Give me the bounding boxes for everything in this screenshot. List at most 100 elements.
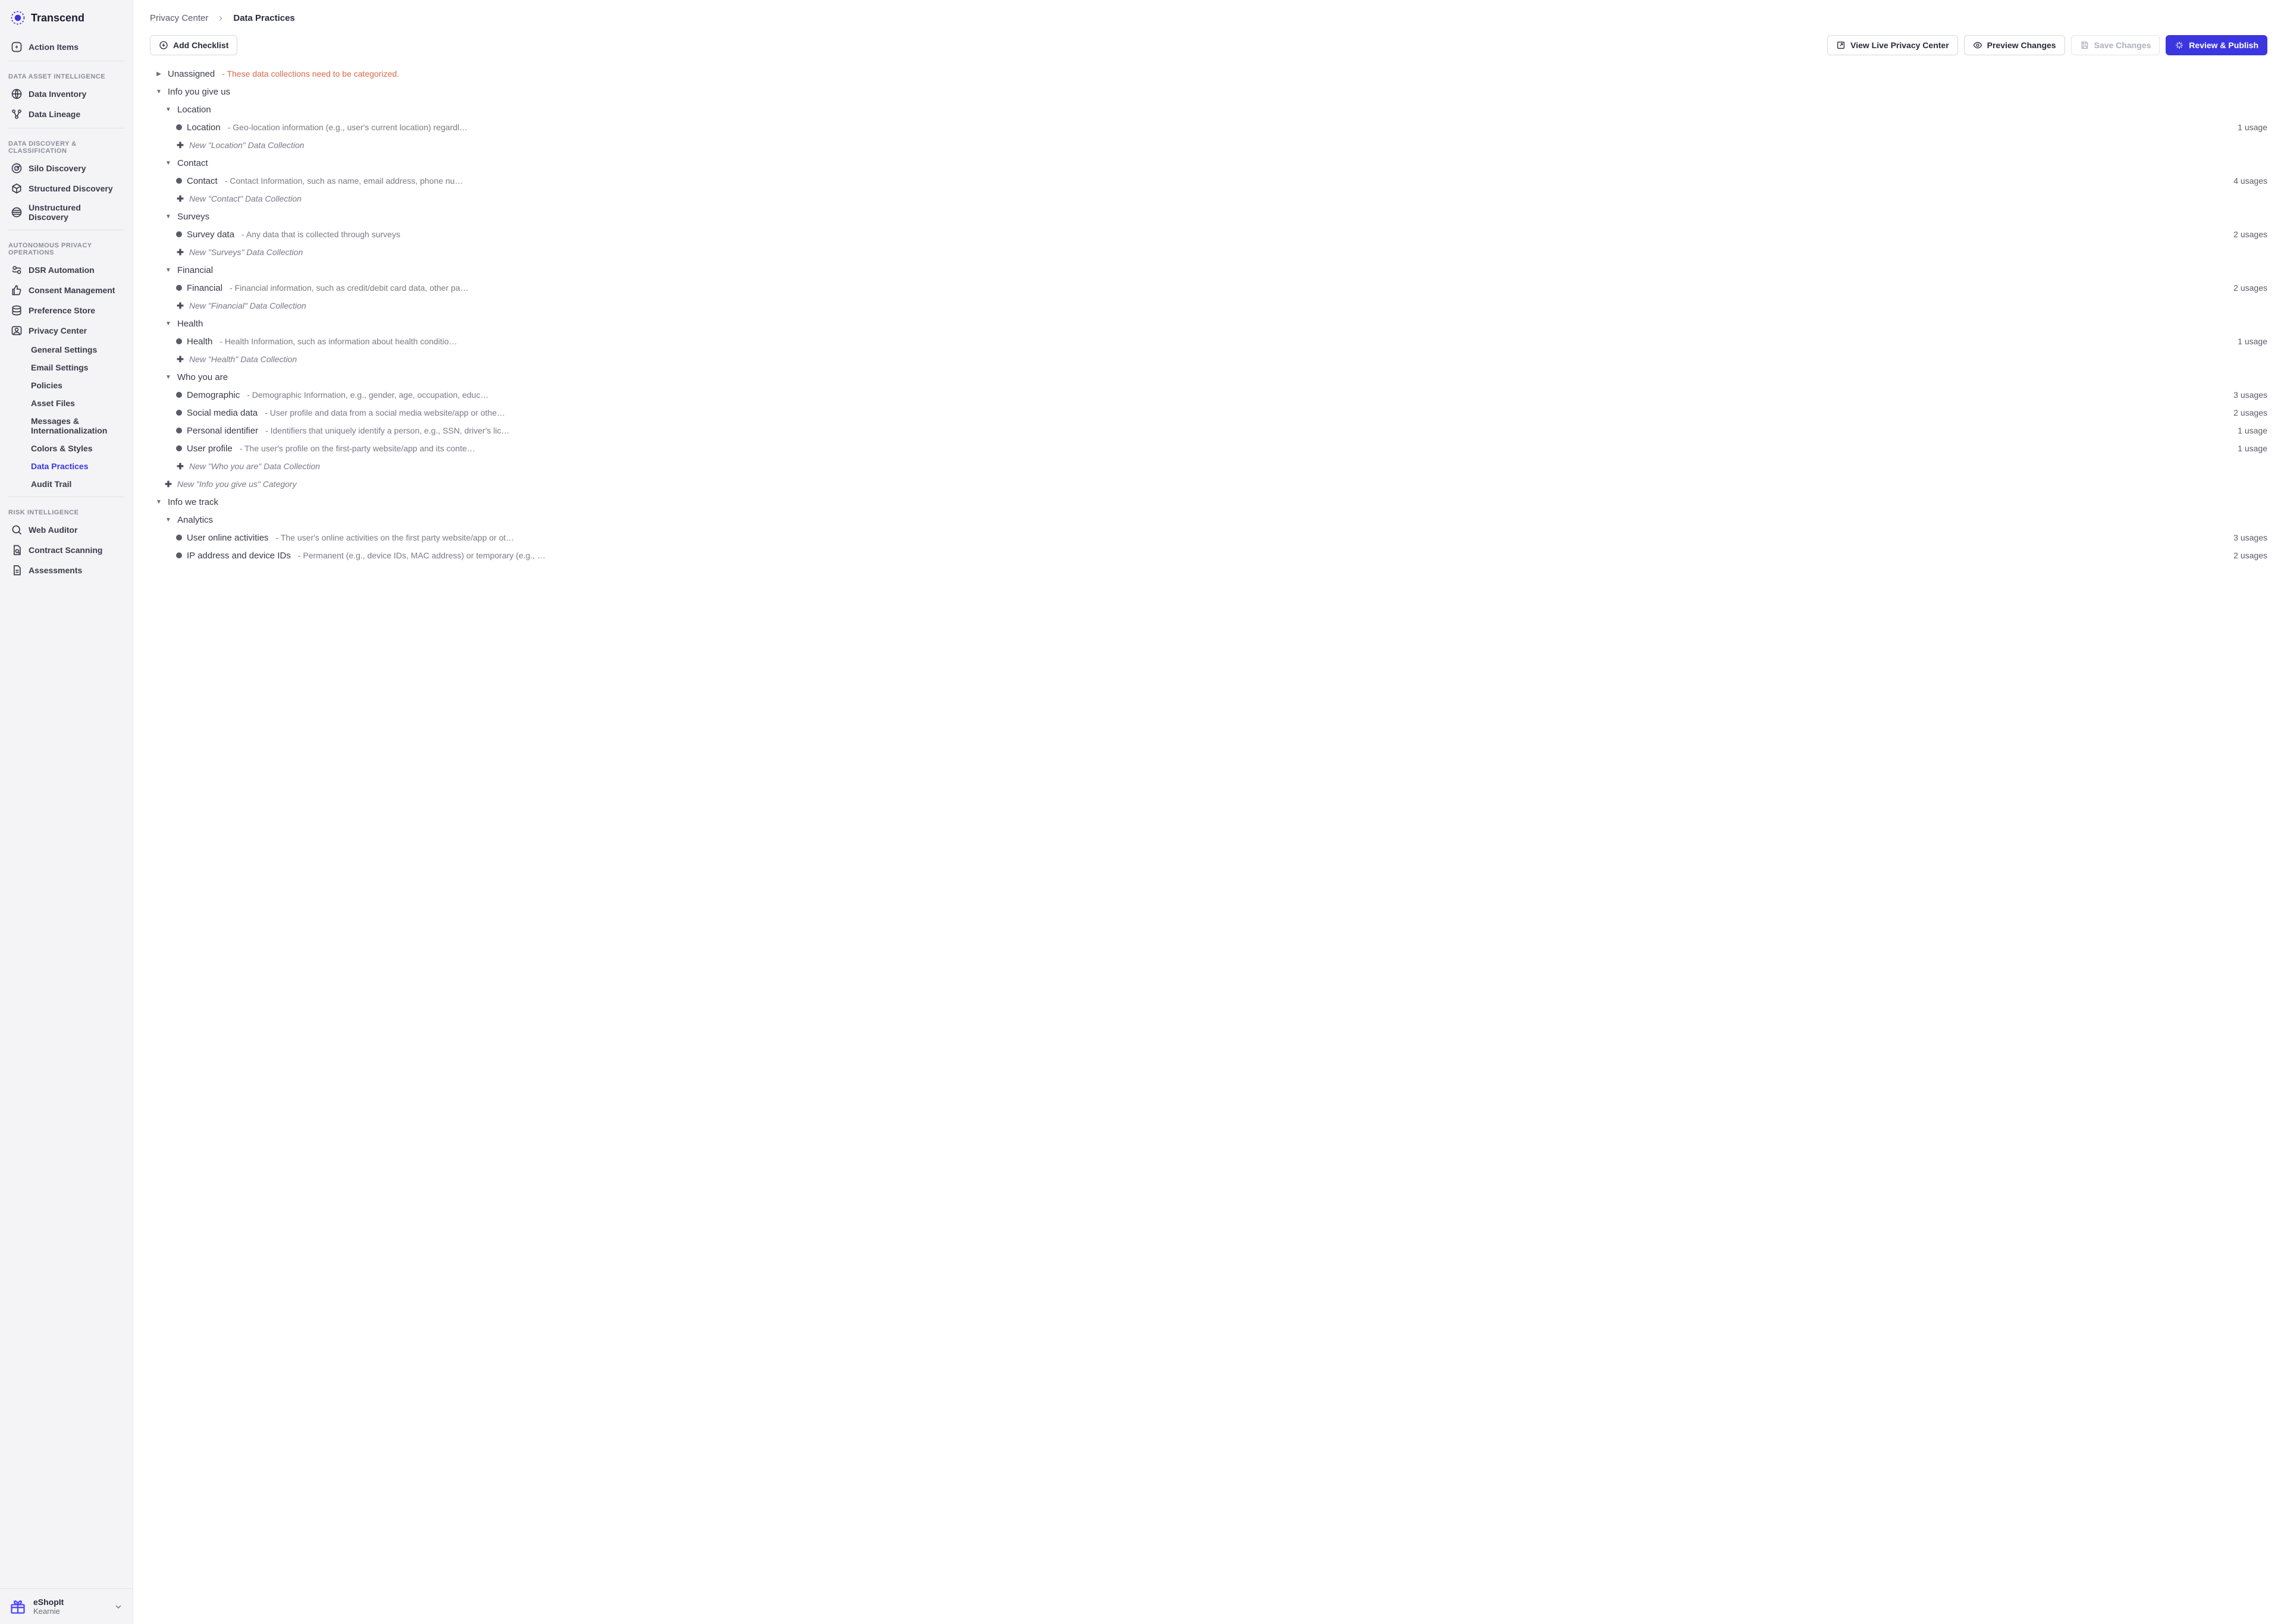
main-content: Privacy Center Data Practices Add Checkl…: [133, 0, 2284, 1624]
tree-group-location[interactable]: ▼ Location: [150, 100, 2267, 118]
doc-search-icon: [11, 544, 23, 556]
tree-new-collection[interactable]: ✚ New "Surveys" Data Collection: [150, 243, 2267, 261]
nav-contract-scanning[interactable]: Contract Scanning: [2, 540, 130, 560]
caret-down-icon[interactable]: ▼: [164, 106, 172, 113]
subnav-policies[interactable]: Policies: [2, 376, 130, 394]
brand-logo[interactable]: Transcend: [0, 7, 133, 37]
globe-grid-icon: [11, 206, 23, 218]
plus-icon[interactable]: ✚: [176, 301, 184, 311]
usage-count: 2 usages: [2233, 408, 2267, 417]
plus-icon[interactable]: ✚: [176, 140, 184, 150]
breadcrumb-parent[interactable]: Privacy Center: [150, 13, 208, 23]
section-label-ddc: DATA DISCOVERY & CLASSIFICATION: [0, 132, 133, 158]
tree-item[interactable]: IP address and device IDs - Permanent (e…: [150, 546, 2267, 564]
nav-unstructured-discovery[interactable]: Unstructured Discovery: [2, 199, 130, 226]
document-icon: [11, 564, 23, 576]
tree-item[interactable]: Social media data - User profile and dat…: [150, 404, 2267, 422]
nav-action-items[interactable]: Action Items: [2, 37, 130, 57]
nav-web-auditor[interactable]: Web Auditor: [2, 520, 130, 540]
bullet-icon: [176, 535, 182, 541]
breadcrumb: Privacy Center Data Practices: [133, 0, 2284, 30]
caret-down-icon[interactable]: ▼: [155, 499, 163, 505]
user-card-icon: [11, 325, 23, 337]
caret-down-icon[interactable]: ▼: [164, 160, 172, 167]
caret-down-icon[interactable]: ▼: [164, 267, 172, 274]
nav-structured-discovery[interactable]: Structured Discovery: [2, 178, 130, 199]
subnav-email-settings[interactable]: Email Settings: [2, 359, 130, 376]
caret-down-icon[interactable]: ▼: [164, 374, 172, 381]
tree-new-collection[interactable]: ✚ New "Health" Data Collection: [150, 350, 2267, 368]
subnav-general-settings[interactable]: General Settings: [2, 341, 130, 359]
tree-item[interactable]: Demographic - Demographic Information, e…: [150, 386, 2267, 404]
tree-new-category[interactable]: ✚ New "Info you give us" Category: [150, 475, 2267, 493]
tree-new-collection[interactable]: ✚ New "Contact" Data Collection: [150, 190, 2267, 208]
plus-icon[interactable]: ✚: [176, 247, 184, 257]
usage-count: 1 usage: [2238, 426, 2267, 435]
breadcrumb-current: Data Practices: [233, 13, 294, 23]
tree-row-unassigned[interactable]: ▶ Unassigned - These data collections ne…: [150, 65, 2267, 83]
cube-icon: [11, 183, 23, 194]
account-user: Kearnie: [33, 1607, 106, 1616]
tree-group-contact[interactable]: ▼ Contact: [150, 154, 2267, 172]
tree-item[interactable]: Contact - Contact Information, such as n…: [150, 172, 2267, 190]
nav-assessments[interactable]: Assessments: [2, 560, 130, 580]
bolt-badge-icon: [11, 41, 23, 53]
nav-data-lineage[interactable]: Data Lineage: [2, 104, 130, 124]
tree-item[interactable]: Survey data - Any data that is collected…: [150, 225, 2267, 243]
tree-item[interactable]: Financial - Financial information, such …: [150, 279, 2267, 297]
plus-icon[interactable]: ✚: [176, 354, 184, 365]
gift-icon: [10, 1598, 26, 1615]
tree-item[interactable]: User profile - The user's profile on the…: [150, 439, 2267, 457]
subnav-data-practices[interactable]: Data Practices: [2, 457, 130, 475]
chevron-down-icon: [114, 1602, 123, 1612]
plus-icon[interactable]: ✚: [164, 479, 172, 489]
tree-group-financial[interactable]: ▼ Financial: [150, 261, 2267, 279]
tree-group-analytics[interactable]: ▼ Analytics: [150, 511, 2267, 529]
nav-dsr-automation[interactable]: DSR Automation: [2, 260, 130, 280]
tree-new-collection[interactable]: ✚ New "Location" Data Collection: [150, 136, 2267, 154]
caret-down-icon[interactable]: ▼: [164, 517, 172, 523]
add-checklist-button[interactable]: Add Checklist: [150, 35, 237, 55]
plus-circle-icon: [159, 40, 168, 50]
tree-item[interactable]: Personal identifier - Identifiers that u…: [150, 422, 2267, 439]
search-doc-icon: [11, 524, 23, 536]
nav-privacy-center[interactable]: Privacy Center: [2, 321, 130, 341]
tree-new-collection[interactable]: ✚ New "Who you are" Data Collection: [150, 457, 2267, 475]
tree-new-collection[interactable]: ✚ New "Financial" Data Collection: [150, 297, 2267, 315]
unassigned-warning: - These data collections need to be cate…: [222, 69, 399, 78]
nav-data-inventory[interactable]: Data Inventory: [2, 84, 130, 104]
subnav-audit-trail[interactable]: Audit Trail: [2, 475, 130, 493]
sparkle-icon: [2175, 40, 2184, 50]
external-link-icon: [1836, 40, 1846, 50]
view-live-button[interactable]: View Live Privacy Center: [1827, 35, 1958, 55]
caret-down-icon[interactable]: ▼: [155, 89, 163, 95]
brand-name: Transcend: [31, 12, 84, 24]
sidebar: Transcend Action Items DATA ASSET INTELL…: [0, 0, 133, 1624]
tree-group-health[interactable]: ▼ Health: [150, 315, 2267, 332]
automation-icon: [11, 264, 23, 276]
usage-count: 2 usages: [2233, 283, 2267, 293]
subnav-colors-styles[interactable]: Colors & Styles: [2, 439, 130, 457]
tree-row-info-track[interactable]: ▼ Info we track: [150, 493, 2267, 511]
caret-down-icon[interactable]: ▼: [164, 213, 172, 220]
account-switcher[interactable]: eShopIt Kearnie: [0, 1588, 133, 1624]
review-publish-button[interactable]: Review & Publish: [2166, 35, 2267, 55]
tree-group-surveys[interactable]: ▼ Surveys: [150, 208, 2267, 225]
caret-right-icon[interactable]: ▶: [155, 71, 163, 77]
chevron-right-icon: [217, 14, 225, 23]
subnav-asset-files[interactable]: Asset Files: [2, 394, 130, 412]
tree-item[interactable]: Health - Health Information, such as inf…: [150, 332, 2267, 350]
preview-changes-button[interactable]: Preview Changes: [1964, 35, 2065, 55]
plus-icon[interactable]: ✚: [176, 461, 184, 472]
tree-row-info-give[interactable]: ▼ Info you give us: [150, 83, 2267, 100]
nav-consent-management[interactable]: Consent Management: [2, 280, 130, 300]
tree-item[interactable]: Location - Geo-location information (e.g…: [150, 118, 2267, 136]
tree-item[interactable]: User online activities - The user's onli…: [150, 529, 2267, 546]
nav-silo-discovery[interactable]: Silo Discovery: [2, 158, 130, 178]
usage-count: 2 usages: [2233, 551, 2267, 560]
nav-preference-store[interactable]: Preference Store: [2, 300, 130, 321]
plus-icon[interactable]: ✚: [176, 194, 184, 204]
caret-down-icon[interactable]: ▼: [164, 321, 172, 327]
tree-group-who-you-are[interactable]: ▼ Who you are: [150, 368, 2267, 386]
subnav-messages-i18n[interactable]: Messages & Internationalization: [2, 412, 130, 439]
